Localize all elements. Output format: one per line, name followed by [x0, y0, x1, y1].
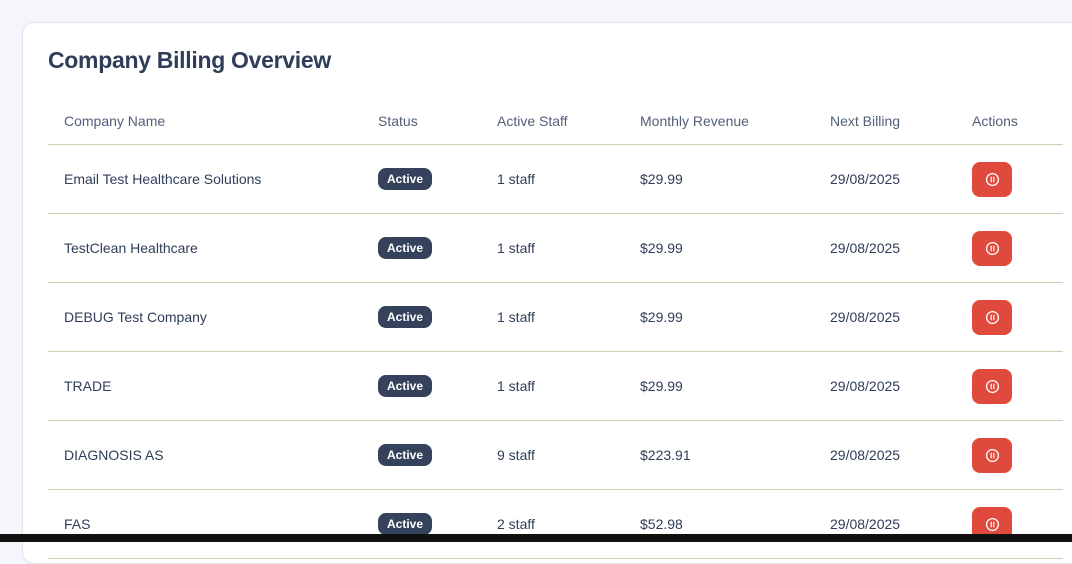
status-badge: Active: [378, 306, 433, 328]
pause-circle-icon: [985, 310, 1000, 325]
status-badge: Active: [378, 513, 433, 535]
active-staff-cell: 1 staff: [497, 309, 535, 325]
column-header-actions: Actions: [972, 112, 1018, 129]
pause-subscription-button[interactable]: [972, 368, 1012, 404]
monthly-revenue-cell: $52.98: [640, 516, 683, 532]
next-billing-cell: 29/08/2025: [830, 240, 901, 256]
billing-table: Company Name Status Active Staff Monthly…: [48, 97, 1063, 559]
pause-subscription-button[interactable]: [972, 299, 1012, 335]
status-cell: Active: [378, 490, 433, 558]
status-badge: Active: [378, 168, 433, 190]
actions-cell: [972, 421, 1012, 489]
pause-circle-icon: [985, 241, 1000, 256]
next-billing-cell: 29/08/2025: [830, 378, 901, 394]
next-billing-cell: 29/08/2025: [830, 516, 901, 532]
bottom-edge-bar: [0, 534, 1072, 542]
next-billing-cell: 29/08/2025: [830, 447, 901, 463]
company-name-cell: DIAGNOSIS AS: [64, 447, 164, 463]
monthly-revenue-cell: $29.99: [640, 309, 683, 325]
monthly-revenue-cell: $29.99: [640, 378, 683, 394]
table-row: TRADE Active 1 staff $29.99 29/08/2025: [48, 352, 1063, 421]
status-cell: Active: [378, 421, 433, 489]
monthly-revenue-cell: $223.91: [640, 447, 691, 463]
billing-overview-card: Company Billing Overview Company Name St…: [22, 22, 1072, 564]
company-name-cell: TestClean Healthcare: [64, 240, 198, 256]
column-header-monthly-revenue: Monthly Revenue: [640, 112, 749, 129]
company-name-cell: Email Test Healthcare Solutions: [64, 171, 262, 187]
pause-subscription-button[interactable]: [972, 161, 1012, 197]
status-cell: Active: [378, 283, 433, 351]
table-row: Email Test Healthcare Solutions Active 1…: [48, 145, 1063, 214]
actions-cell: [972, 214, 1012, 282]
table-row: FAS Active 2 staff $52.98 29/08/2025: [48, 490, 1063, 559]
pause-circle-icon: [985, 379, 1000, 394]
next-billing-cell: 29/08/2025: [830, 171, 901, 187]
pause-circle-icon: [985, 448, 1000, 463]
monthly-revenue-cell: $29.99: [640, 171, 683, 187]
active-staff-cell: 1 staff: [497, 378, 535, 394]
company-name-cell: FAS: [64, 516, 91, 532]
table-body: Email Test Healthcare Solutions Active 1…: [48, 145, 1063, 559]
status-badge: Active: [378, 237, 433, 259]
company-name-cell: TRADE: [64, 378, 112, 394]
pause-subscription-button[interactable]: [972, 437, 1012, 473]
monthly-revenue-cell: $29.99: [640, 240, 683, 256]
active-staff-cell: 9 staff: [497, 447, 535, 463]
active-staff-cell: 1 staff: [497, 171, 535, 187]
company-name-cell: DEBUG Test Company: [64, 309, 207, 325]
column-header-company-name: Company Name: [64, 112, 166, 129]
status-badge: Active: [378, 444, 433, 466]
table-header-row: Company Name Status Active Staff Monthly…: [48, 97, 1063, 145]
page-title: Company Billing Overview: [48, 47, 331, 73]
pause-subscription-button[interactable]: [972, 230, 1012, 266]
table-row: DEBUG Test Company Active 1 staff $29.99…: [48, 283, 1063, 352]
column-header-active-staff: Active Staff: [497, 112, 568, 129]
column-header-status: Status: [378, 112, 418, 129]
table-row: TestClean Healthcare Active 1 staff $29.…: [48, 214, 1063, 283]
actions-cell: [972, 352, 1012, 420]
table-row: DIAGNOSIS AS Active 9 staff $223.91 29/0…: [48, 421, 1063, 490]
column-header-next-billing: Next Billing: [830, 112, 901, 129]
actions-cell: [972, 283, 1012, 351]
pause-circle-icon: [985, 517, 1000, 532]
next-billing-cell: 29/08/2025: [830, 309, 901, 325]
active-staff-cell: 2 staff: [497, 516, 535, 532]
status-badge: Active: [378, 375, 433, 397]
status-cell: Active: [378, 145, 433, 213]
active-staff-cell: 1 staff: [497, 240, 535, 256]
status-cell: Active: [378, 352, 433, 420]
status-cell: Active: [378, 214, 433, 282]
pause-circle-icon: [985, 172, 1000, 187]
actions-cell: [972, 145, 1012, 213]
actions-cell: [972, 490, 1012, 558]
